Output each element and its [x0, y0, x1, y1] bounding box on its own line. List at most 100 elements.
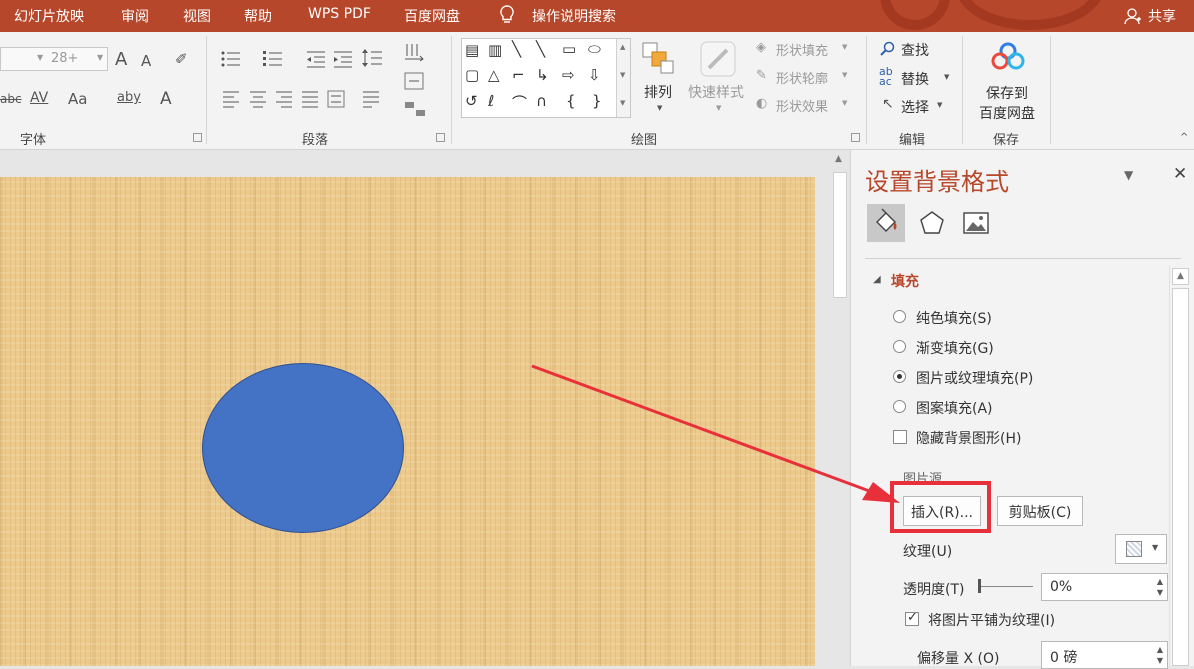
- elbow-connector-shape-icon[interactable]: ⌐: [512, 66, 525, 84]
- elbow-arrow-shape-icon[interactable]: ↳: [536, 66, 549, 84]
- offset-x-spinner[interactable]: 0 磅 ▲ ▼: [1041, 641, 1168, 669]
- oval-shape-icon[interactable]: ⬭: [588, 40, 601, 58]
- chevron-up-icon[interactable]: ▲: [835, 154, 842, 164]
- transparency-spinner[interactable]: 0% ▲ ▼: [1041, 573, 1168, 601]
- clear-format-icon[interactable]: ✐: [175, 50, 188, 68]
- tab-wps-pdf[interactable]: WPS PDF: [308, 6, 371, 22]
- spinner-arrows-icon[interactable]: ▲ ▼: [1157, 644, 1163, 666]
- chevron-down-icon[interactable]: ▼: [620, 71, 625, 79]
- radio-button[interactable]: [893, 310, 906, 323]
- tell-me-search[interactable]: 操作说明搜索: [532, 6, 616, 26]
- shape-effects-button[interactable]: 形状效果: [776, 96, 828, 115]
- pane-options-icon[interactable]: ▼: [1124, 168, 1133, 182]
- save-to-baidu-button-line1[interactable]: 保存到: [986, 83, 1028, 103]
- texture-picker[interactable]: ▼: [1115, 534, 1167, 564]
- change-case-button[interactable]: Aa: [68, 90, 87, 108]
- close-icon[interactable]: ✕: [1173, 164, 1187, 184]
- radio-button[interactable]: [893, 370, 906, 383]
- align-left-icon[interactable]: [222, 90, 240, 108]
- align-right-icon[interactable]: [275, 90, 293, 108]
- blue-ellipse-shape[interactable]: [202, 363, 404, 533]
- checkbox[interactable]: [905, 610, 919, 626]
- shape-fill-button[interactable]: 形状填充: [776, 40, 828, 59]
- font-color-button[interactable]: A: [160, 89, 172, 109]
- find-button[interactable]: 查找: [901, 40, 929, 60]
- clipboard-button[interactable]: 剪贴板(C): [997, 496, 1083, 526]
- decrease-indent-icon[interactable]: [306, 50, 326, 68]
- rounded-rect-shape-icon[interactable]: ▢: [465, 66, 479, 84]
- collapse-ribbon-icon[interactable]: ^: [1180, 132, 1188, 143]
- gallery-scrollbar[interactable]: ▲ ▼ ▼: [616, 39, 630, 117]
- arrange-button[interactable]: 排列: [644, 82, 672, 102]
- tab-baidu-pan[interactable]: 百度网盘: [404, 6, 460, 26]
- arc-shape-icon[interactable]: ⌒: [512, 92, 527, 113]
- drawing-dialog-launcher[interactable]: [851, 133, 860, 142]
- rectangle-shape-icon[interactable]: ▭: [562, 40, 576, 58]
- numbering-icon[interactable]: [262, 50, 284, 68]
- collapse-triangle-icon[interactable]: ◢: [873, 274, 881, 285]
- triangle-shape-icon[interactable]: △: [488, 66, 500, 84]
- distributed-icon[interactable]: [327, 90, 345, 108]
- quick-styles-icon[interactable]: [699, 40, 739, 78]
- text-direction-icon[interactable]: [404, 42, 424, 62]
- scribble-shape-icon[interactable]: ℓ: [488, 92, 494, 110]
- baidu-cloud-icon[interactable]: [990, 42, 1026, 70]
- slide-vertical-scrollbar[interactable]: ▲: [830, 150, 850, 666]
- vertical-textbox-shape-icon[interactable]: ▥: [488, 41, 502, 59]
- char-spacing-button[interactable]: AV: [30, 90, 48, 106]
- left-brace-shape-icon[interactable]: {: [566, 92, 576, 110]
- arrow-line-shape-icon[interactable]: ╲: [536, 40, 545, 58]
- slide-canvas[interactable]: [0, 177, 815, 666]
- font-dialog-launcher[interactable]: [193, 133, 202, 142]
- pane-vertical-scrollbar[interactable]: ▲: [1169, 266, 1191, 666]
- align-center-icon[interactable]: [249, 90, 267, 108]
- transparency-slider-thumb[interactable]: [978, 579, 981, 593]
- section-fill-header[interactable]: 填充: [891, 271, 919, 291]
- curve-shape-icon[interactable]: ∩: [536, 92, 547, 110]
- radio-button[interactable]: [893, 340, 906, 353]
- radio-button[interactable]: [893, 400, 906, 413]
- tab-view[interactable]: 视图: [183, 6, 211, 26]
- spinner-arrows-icon[interactable]: ▲ ▼: [1157, 576, 1163, 598]
- bullets-icon[interactable]: [220, 50, 242, 68]
- checkbox[interactable]: [893, 430, 907, 444]
- chevron-up-icon[interactable]: ▲: [620, 43, 625, 51]
- share-button[interactable]: 共享: [1148, 6, 1176, 26]
- tab-picture[interactable]: [957, 204, 995, 242]
- highlight-button[interactable]: aby: [117, 90, 141, 105]
- right-arrow-shape-icon[interactable]: ⇨: [562, 66, 575, 84]
- textbox-shape-icon[interactable]: ▤: [465, 41, 479, 59]
- line-shape-icon[interactable]: ╲: [512, 40, 521, 58]
- scrollbar-thumb[interactable]: [833, 172, 847, 298]
- shrink-font-button[interactable]: A: [141, 52, 151, 70]
- right-brace-shape-icon[interactable]: }: [592, 92, 602, 110]
- font-size-combo[interactable]: 28+ ▼ ▼: [0, 47, 108, 71]
- paragraph-dialog-launcher[interactable]: [436, 133, 445, 142]
- transparency-slider-track[interactable]: [981, 586, 1033, 587]
- line-spacing-icon[interactable]: [361, 48, 383, 68]
- shape-outline-button[interactable]: 形状轮廓: [776, 68, 828, 87]
- save-to-baidu-button-line2[interactable]: 百度网盘: [979, 103, 1035, 123]
- tab-help[interactable]: 帮助: [244, 6, 272, 26]
- select-button[interactable]: 选择: [901, 97, 929, 117]
- more-icon[interactable]: ▼: [620, 99, 625, 107]
- grow-font-button[interactable]: A: [115, 49, 127, 70]
- tab-review[interactable]: 审阅: [121, 6, 149, 26]
- smartart-icon[interactable]: [404, 100, 426, 118]
- tab-effects[interactable]: [913, 204, 951, 242]
- scrollbar-thumb[interactable]: [1172, 288, 1189, 666]
- arrange-icon[interactable]: [642, 42, 676, 76]
- tab-slideshow[interactable]: 幻灯片放映: [14, 6, 84, 26]
- shapes-gallery[interactable]: ▤ ▥ ╲ ╲ ▭ ⬭ ▢ △ ⌐ ↳ ⇨ ⇩ ↺ ℓ ⌒ ∩ { } ▲ ▼ …: [461, 38, 631, 118]
- increase-indent-icon[interactable]: [333, 50, 353, 68]
- strikethrough-button[interactable]: abc: [0, 92, 22, 106]
- quick-styles-button[interactable]: 快速样式: [688, 82, 744, 102]
- chevron-up-icon[interactable]: ▲: [1172, 268, 1189, 285]
- replace-button[interactable]: 替换: [901, 69, 929, 89]
- freeform-shape-icon[interactable]: ↺: [465, 92, 478, 110]
- justify-icon[interactable]: [301, 90, 319, 108]
- align-text-icon[interactable]: [404, 72, 424, 90]
- tab-fill[interactable]: [867, 204, 905, 242]
- columns-icon[interactable]: [362, 90, 380, 108]
- down-arrow-shape-icon[interactable]: ⇩: [588, 66, 601, 84]
